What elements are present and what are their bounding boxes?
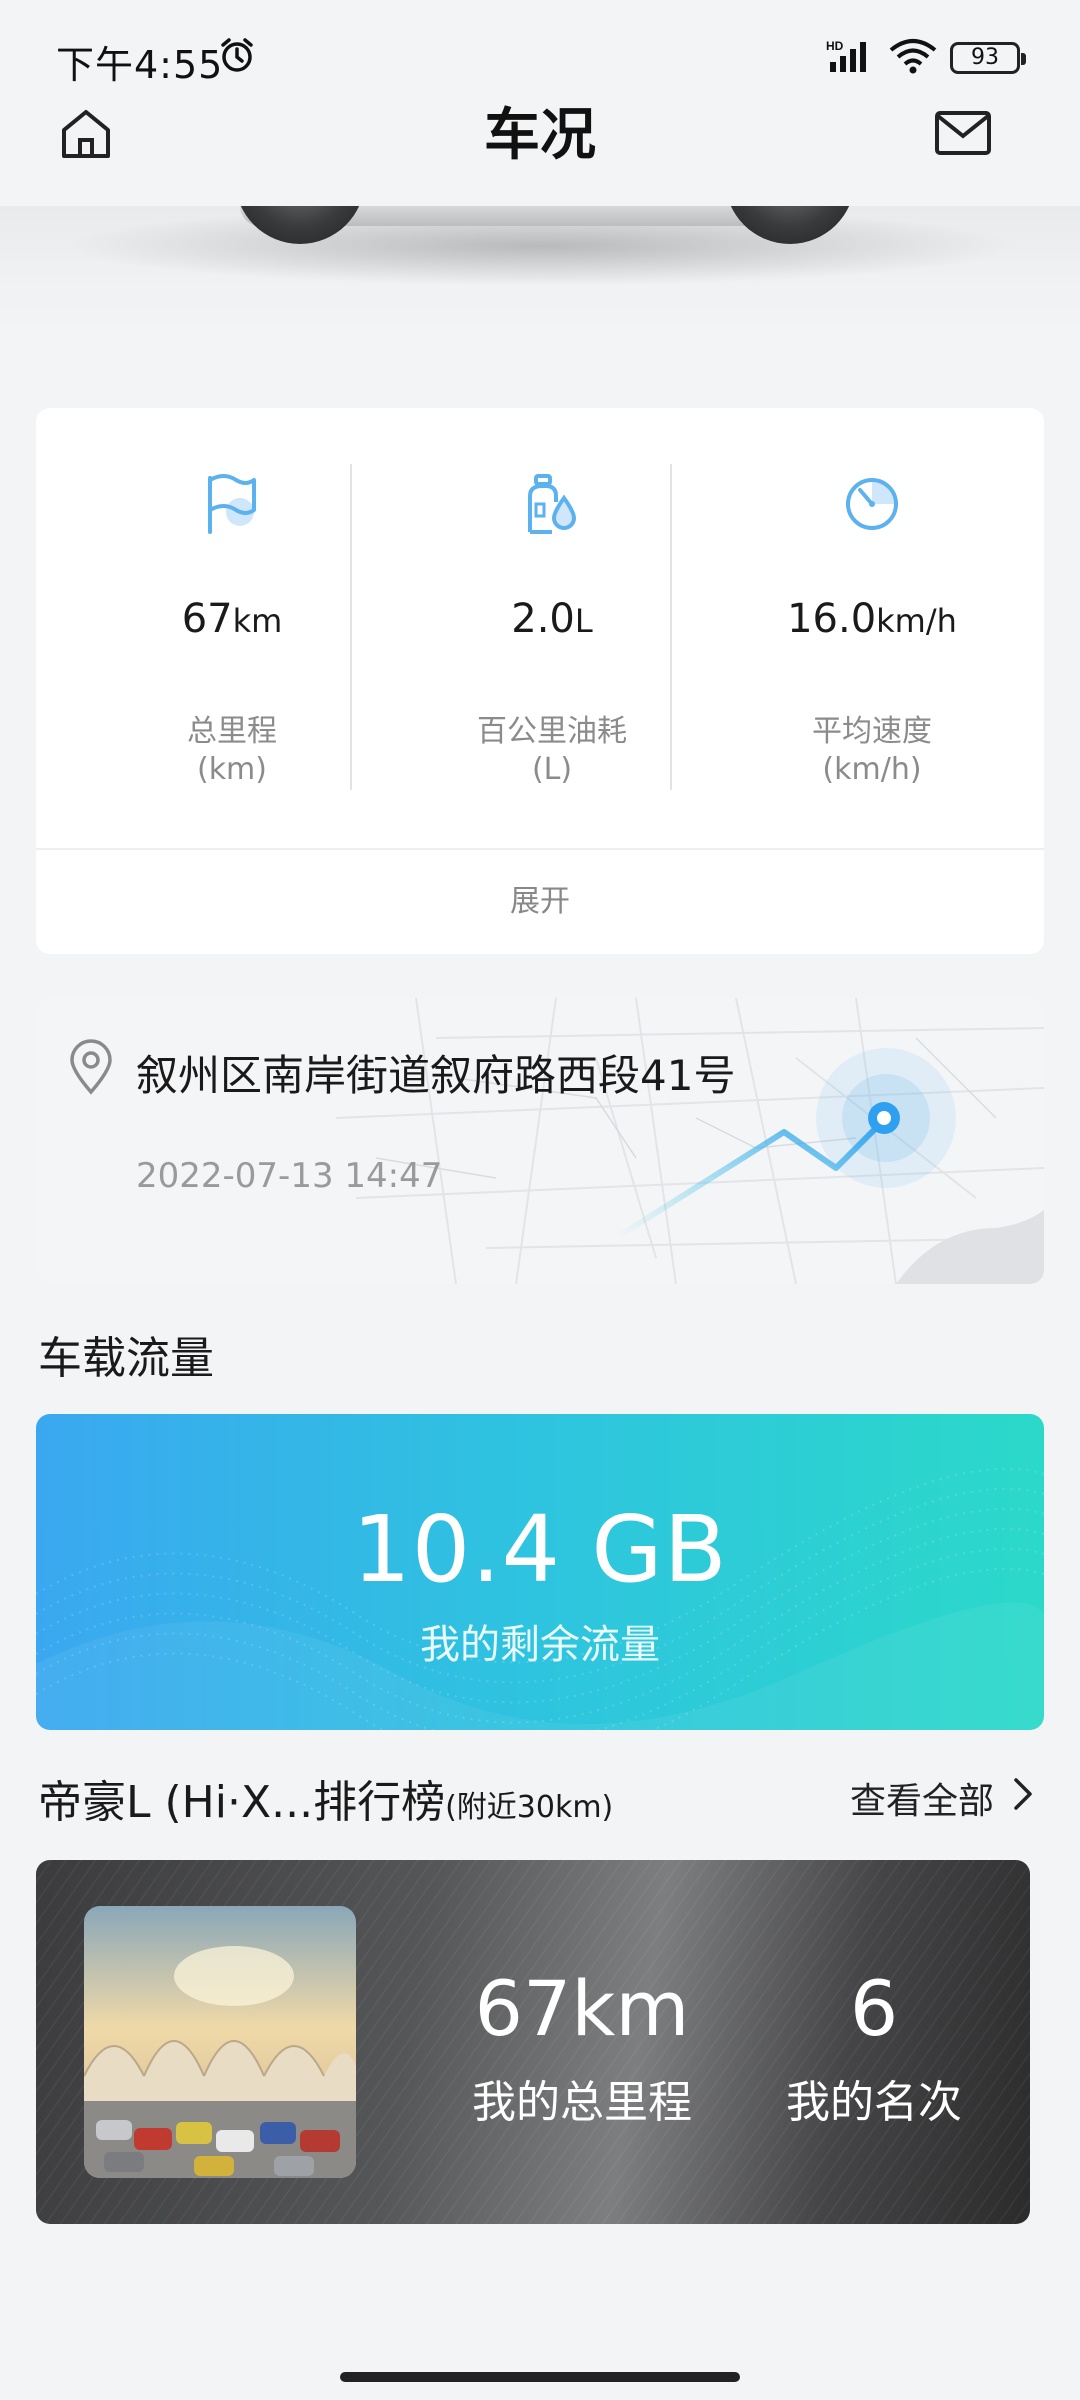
my-total-mileage: 67km — [474, 1964, 690, 2053]
stat-label: 平均速度 — [812, 714, 932, 749]
data-traffic-card[interactable]: 10.4 GB 我的剩余流量 — [36, 1414, 1044, 1730]
stat-label: 总里程 — [187, 714, 277, 749]
stat-value: 16.0km/h — [787, 596, 957, 642]
location-timestamp: 2022-07-13 14:47 — [136, 1156, 443, 1196]
stat-average-speed: 16.0km/h 平均速度 (km/h) — [712, 408, 1032, 848]
gesture-home-bar[interactable] — [340, 2372, 740, 2382]
remaining-data-label: 我的剩余流量 — [420, 1622, 660, 1668]
car-image — [0, 206, 1080, 336]
my-total-mileage-label: 我的总里程 — [472, 2077, 692, 2128]
stat-total-mileage: 67km 总里程 (km) — [72, 408, 392, 848]
view-all-link[interactable]: 查看全部 — [850, 1772, 994, 1824]
stat-value: 67km — [181, 596, 283, 642]
location-pin-icon — [70, 1039, 112, 1095]
stat-unit-label: (km) — [196, 752, 267, 787]
stat-label: 百公里油耗 — [477, 714, 627, 749]
fuel-icon — [528, 474, 577, 534]
alarm-icon — [221, 38, 253, 72]
app-header: 车况 — [0, 100, 1080, 206]
map-thumbnail — [36, 998, 1044, 1284]
location-address: 叙州区南岸街道叙府路西段41号 — [136, 1051, 736, 1100]
divider — [670, 464, 672, 790]
chevron-right-icon[interactable] — [1010, 1774, 1038, 1814]
stat-unit-label: (km/h) — [822, 752, 922, 787]
location-card[interactable]: 叙州区南岸街道叙府路西段41号 2022-07-13 14:47 — [36, 998, 1044, 1284]
speed-icon — [846, 478, 898, 530]
flag-icon — [208, 474, 256, 534]
expand-button[interactable]: 展开 — [36, 850, 1044, 954]
section-title-data-traffic: 车载流量 — [38, 1333, 214, 1384]
signal-icon: HD — [826, 39, 866, 72]
remaining-data-amount: 10.4 GB — [352, 1496, 728, 1603]
stat-fuel-consumption: 2.0L 百公里油耗 (L) — [392, 408, 712, 848]
ranking-card[interactable]: 67km 我的总里程 6 我的名次 — [36, 1860, 1030, 2224]
ranking-range: (附近30km) — [445, 1790, 614, 1825]
stat-unit-label: (L) — [531, 752, 573, 787]
ranking-title: 帝豪L (Hi·X...排行榜(附近30km) — [38, 1777, 614, 1828]
status-bar: 下午4:55 HD 93 — [0, 0, 1080, 100]
battery-indicator: 93 — [950, 42, 1026, 74]
divider — [350, 464, 352, 790]
stat-value: 2.0L — [511, 596, 593, 642]
hd-label: HD — [826, 39, 844, 53]
status-time: 下午4:55 — [56, 43, 224, 87]
vehicle-stats-card: 67km 总里程 (km) 2.0L 百公里油耗 (L) 16.0km/h 平均… — [36, 408, 1044, 954]
wifi-icon — [889, 39, 937, 74]
my-rank-position: 6 — [849, 1964, 899, 2053]
page-title: 车况 — [484, 103, 596, 168]
my-rank-position-label: 我的名次 — [786, 2077, 962, 2128]
mail-icon[interactable] — [934, 110, 992, 156]
ranking-photo — [84, 1906, 356, 2178]
